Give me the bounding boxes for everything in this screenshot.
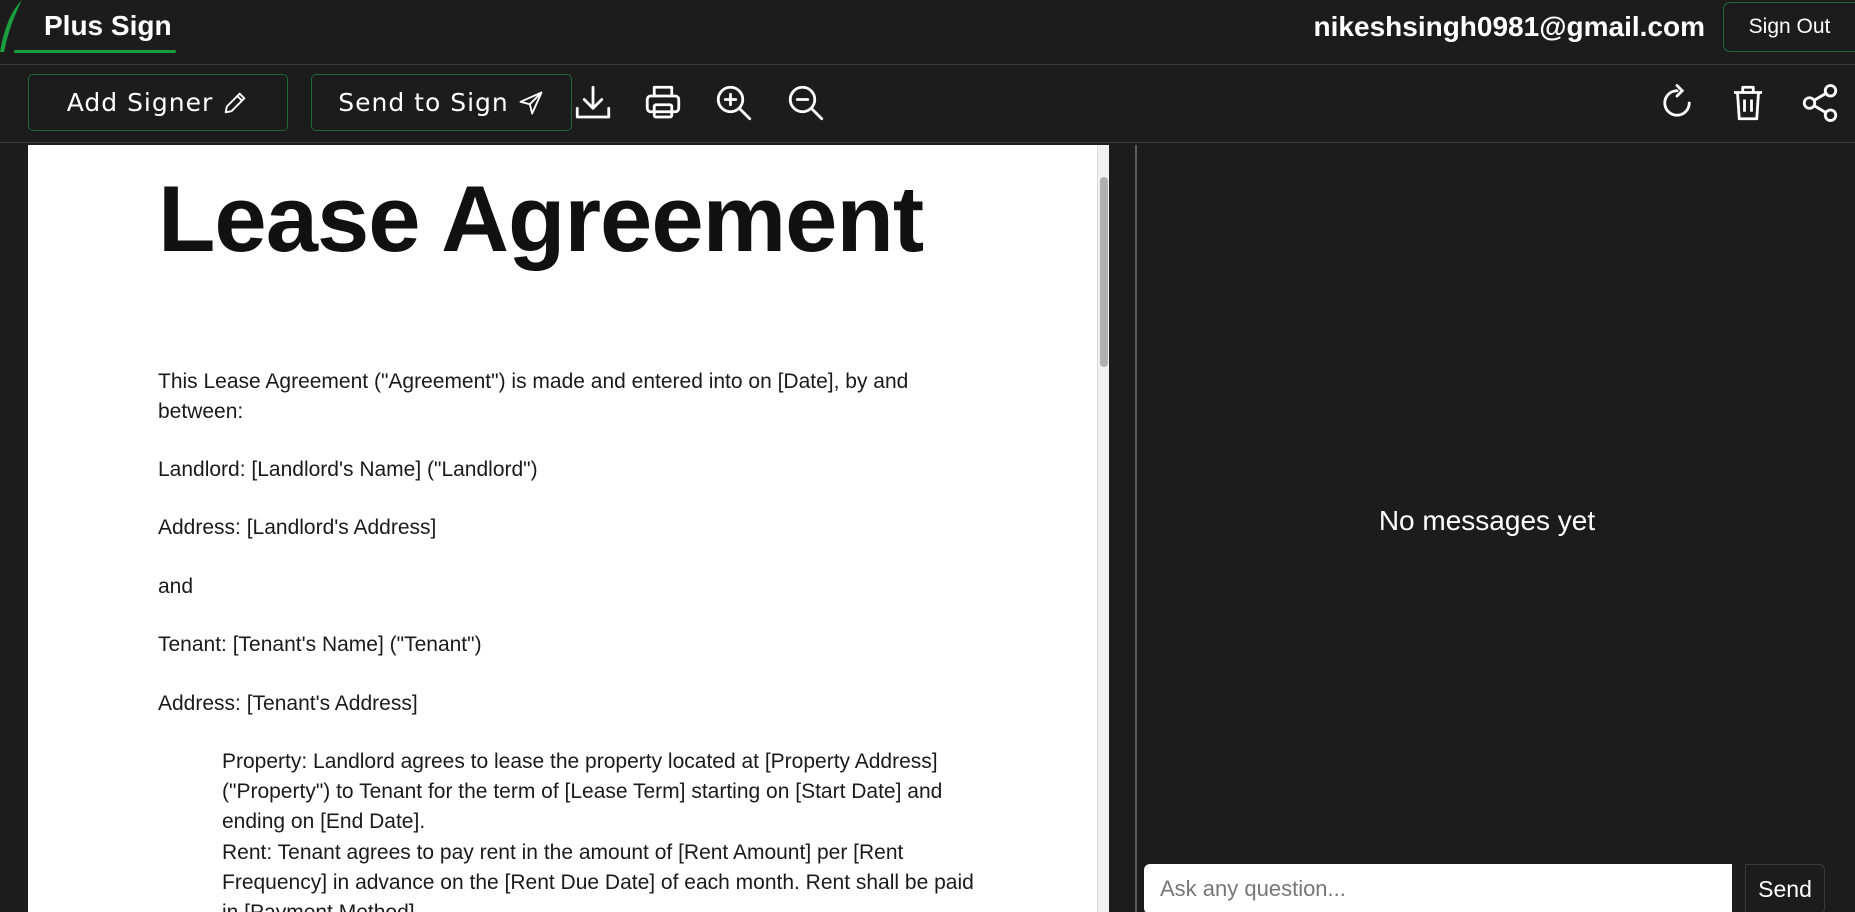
leaf-logo-icon (0, 0, 22, 52)
document-property-clause: Property: Landlord agrees to lease the p… (222, 750, 943, 833)
share-button[interactable] (1797, 80, 1843, 126)
document-rent-clause: Rent: Tenant agrees to pay rent in the a… (222, 841, 974, 912)
right-gutter (1837, 145, 1855, 912)
document-title: Lease Agreement (158, 166, 924, 271)
zoom-out-icon (788, 85, 824, 121)
send-to-sign-button[interactable]: Send to Sign (311, 74, 572, 131)
document-scrollbar[interactable] (1097, 145, 1109, 912)
chat-empty-state: No messages yet (1378, 505, 1596, 536)
document-landlord-address: Address: [Landlord's Address] (158, 516, 437, 539)
send-button[interactable]: Send (1745, 864, 1825, 912)
document-viewer[interactable]: Lease Agreement This Lease Agreement ("A… (28, 145, 1109, 912)
question-input[interactable] (1144, 864, 1732, 912)
print-icon (645, 85, 681, 119)
send-to-sign-label: Send to Sign (338, 88, 509, 117)
brand-underline (14, 50, 176, 53)
paper-plane-icon (519, 91, 543, 114)
document-intro: This Lease Agreement ("Agreement") is ma… (158, 370, 909, 423)
document-and: and (158, 575, 194, 598)
download-button[interactable] (570, 80, 616, 126)
zoom-out-button[interactable] (783, 80, 829, 126)
document-tenant: Tenant: [Tenant's Name] ("Tenant") (158, 633, 482, 656)
document-landlord: Landlord: [Landlord's Name] ("Landlord") (158, 458, 538, 481)
sign-out-button[interactable]: Sign Out (1723, 2, 1855, 52)
zoom-in-button[interactable] (711, 80, 757, 126)
refresh-button[interactable] (1654, 80, 1700, 126)
user-email: nikeshsingh0981@gmail.com (1313, 11, 1705, 42)
share-icon (1802, 84, 1838, 122)
print-button[interactable] (640, 80, 686, 126)
app-header: Plus Sign nikeshsingh0981@gmail.com Sign… (0, 0, 1855, 65)
download-icon (575, 85, 611, 119)
zoom-in-icon (716, 85, 752, 121)
add-signer-button[interactable]: Add Signer (28, 74, 288, 131)
brand-name[interactable]: Plus Sign (44, 10, 172, 42)
chat-panel: No messages yet Send (1137, 145, 1837, 912)
refresh-icon (1663, 84, 1691, 117)
scrollbar-thumb[interactable] (1100, 177, 1108, 367)
document-toolbar: Add Signer Send to Sign (0, 66, 1855, 143)
delete-button[interactable] (1725, 80, 1771, 126)
pencil-icon (224, 92, 246, 113)
trash-icon (1734, 85, 1762, 121)
add-signer-label: Add Signer (66, 88, 214, 117)
document-tenant-address: Address: [Tenant's Address] (158, 692, 418, 715)
